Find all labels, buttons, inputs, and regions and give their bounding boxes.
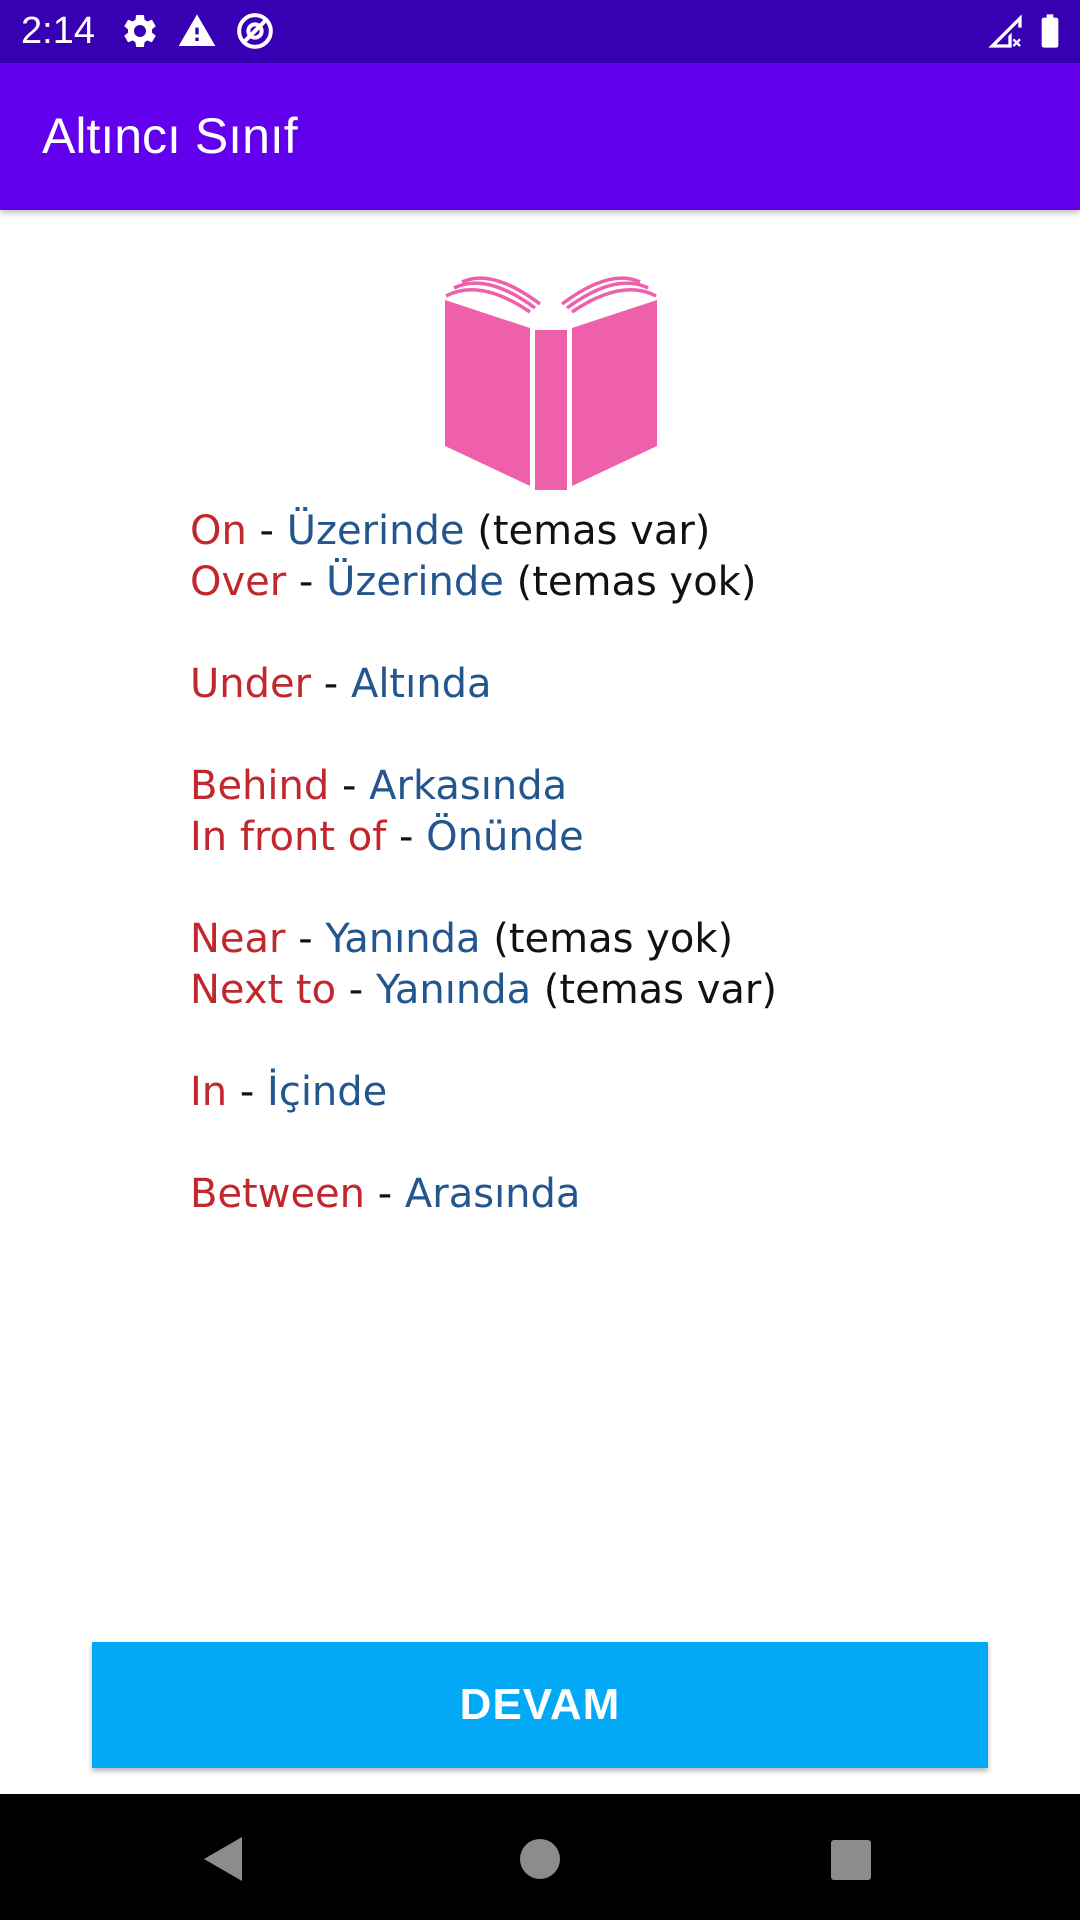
vocab-line: Between - Arasında [190,1169,990,1220]
no-tracking-icon [235,11,275,51]
english-word: Under [190,661,312,707]
separator: - [365,1171,405,1217]
vocab-line: Over - Üzerinde (temas yok) [190,557,990,608]
usage-note: (temas var) [531,967,777,1013]
turkish-word: İçinde [267,1069,388,1115]
vocab-line: Near - Yanında (temas yok) [190,914,990,965]
signal-off-icon [985,11,1025,51]
vocab-line: In - İçinde [190,1067,990,1118]
continue-button[interactable]: DEVAM [92,1642,988,1768]
navigation-bar [0,1794,1080,1920]
battery-icon [1030,11,1070,51]
status-bar: 2:14 [0,0,1080,63]
separator: - [286,559,327,605]
turkish-word: Yanında [375,967,532,1013]
app-bar: Altıncı Sınıf [0,63,1080,210]
english-word: Next to [190,967,337,1013]
back-icon[interactable] [194,1829,254,1889]
english-word: In [190,1069,228,1115]
turkish-word: Üzerinde [286,508,465,554]
turkish-word: Üzerinde [326,559,504,605]
vocab-line: In front of - Önünde [190,812,990,863]
turkish-word: Arkasında [369,763,568,809]
continue-button-label: DEVAM [459,1680,621,1729]
turkish-word: Önünde [426,814,584,860]
separator: - [329,763,370,809]
gear-icon [120,11,160,51]
separator: - [311,661,351,707]
open-book-icon [440,276,662,490]
lesson-content: On - Üzerinde (temas var) Over - Üzerinde… [190,506,990,1220]
vocab-line: Behind - Arkasında [190,761,990,812]
vocab-line: Next to - Yanında (temas var) [190,965,990,1016]
turkish-word: Yanında [325,916,481,962]
english-word: Near [190,916,286,962]
page-title: Altıncı Sınıf [42,108,298,164]
warning-icon [177,11,217,51]
usage-note: (temas yok) [480,916,734,962]
turkish-word: Altında [350,661,492,707]
turkish-word: Arasında [404,1171,581,1217]
english-word: Between [190,1171,366,1217]
english-word: Behind [190,763,330,809]
recents-icon[interactable] [820,1829,880,1889]
english-word: In front of [190,814,387,860]
vocab-line: Under - Altında [190,659,990,710]
english-word: Over [190,559,287,605]
separator: - [336,967,376,1013]
usage-note: (temas var) [464,508,711,554]
english-word: On [190,508,247,554]
separator: - [227,1069,268,1115]
separator: - [386,814,427,860]
status-time: 2:14 [21,10,95,52]
separator: - [246,508,287,554]
usage-note: (temas yok) [503,559,757,605]
separator: - [285,916,326,962]
home-icon[interactable] [510,1829,570,1889]
vocab-line: On - Üzerinde (temas var) [190,506,990,557]
